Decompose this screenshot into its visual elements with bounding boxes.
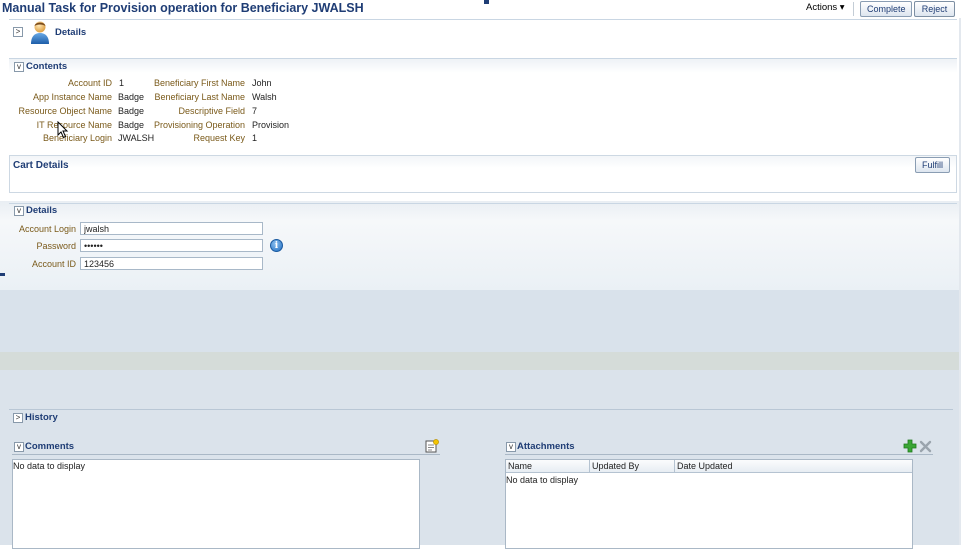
cart-details-title: Cart Details [13,160,69,171]
password-label: Password [36,241,76,251]
field-label: App Instance Name [32,92,112,102]
field-value: Badge [118,120,145,130]
delete-icon[interactable] [919,440,932,453]
splitter-handle-left[interactable] [0,273,5,276]
form-details-title[interactable]: Details [26,205,57,216]
info-icon[interactable]: i [270,239,283,252]
password-input[interactable] [80,239,263,252]
attachments-empty-text: No data to display [506,475,579,485]
divider [9,409,953,410]
details-collapse-toggle[interactable]: v [14,206,24,216]
comments-collapse-toggle[interactable]: v [14,442,24,452]
add-icon[interactable] [903,439,917,453]
background-band [0,352,961,370]
field-label: Descriptive Field [178,106,245,116]
account-login-label: Account Login [18,224,76,234]
account-id-input[interactable] [80,257,263,270]
attachments-table-header: Name Updated By Date Updated [506,460,912,473]
background-band [0,290,961,352]
details-section-title[interactable]: Details [55,27,86,38]
divider [9,19,957,20]
page-title: Manual Task for Provision operation for … [2,1,364,15]
contents-section-title[interactable]: Contents [26,61,67,72]
field-value: 7 [252,106,258,116]
divider [9,203,957,204]
contents-collapse-toggle[interactable]: v [14,62,24,72]
fulfill-button[interactable]: Fulfill [915,157,950,173]
account-id-label: Account ID [31,259,76,269]
column-header-date-updated[interactable]: Date Updated [675,460,912,473]
field-label: Beneficiary First Name [153,78,245,88]
comments-header [12,439,440,455]
field-label: Request Key [193,133,245,143]
field-label: Account ID [67,78,112,88]
attachments-collapse-toggle[interactable]: v [506,442,516,452]
history-section-title[interactable]: History [25,412,58,423]
user-icon [29,19,51,45]
field-label: Provisioning Operation [153,120,245,130]
field-value: Provision [252,120,290,130]
field-value: Walsh [252,92,277,102]
field-value: 1 [119,78,125,88]
toolbar-separator [853,2,854,16]
column-header-name[interactable]: Name [506,460,590,473]
field-value: Badge [118,106,145,116]
field-label: Beneficiary Last Name [154,92,245,102]
field-value: 1 [252,133,258,143]
add-comment-icon[interactable] [425,439,439,453]
field-label: Resource Object Name [18,106,112,116]
splitter-handle-top[interactable] [484,0,489,4]
field-value: Badge [118,92,145,102]
complete-button[interactable]: Complete [860,1,912,17]
field-value: John [252,78,272,88]
comments-list[interactable] [12,459,420,549]
details-expand-toggle[interactable]: > [13,27,23,37]
column-header-updated-by[interactable]: Updated By [590,460,675,473]
comments-empty-text: No data to display [13,461,86,471]
account-login-input[interactable] [80,222,263,235]
mouse-cursor-icon [57,120,69,141]
comments-title[interactable]: Comments [25,441,74,452]
cart-details-panel [9,155,957,193]
actions-menu[interactable]: Actions ▾ [806,2,845,13]
reject-button[interactable]: Reject [914,1,955,17]
history-expand-toggle[interactable]: > [13,413,23,423]
attachments-title[interactable]: Attachments [517,441,575,452]
